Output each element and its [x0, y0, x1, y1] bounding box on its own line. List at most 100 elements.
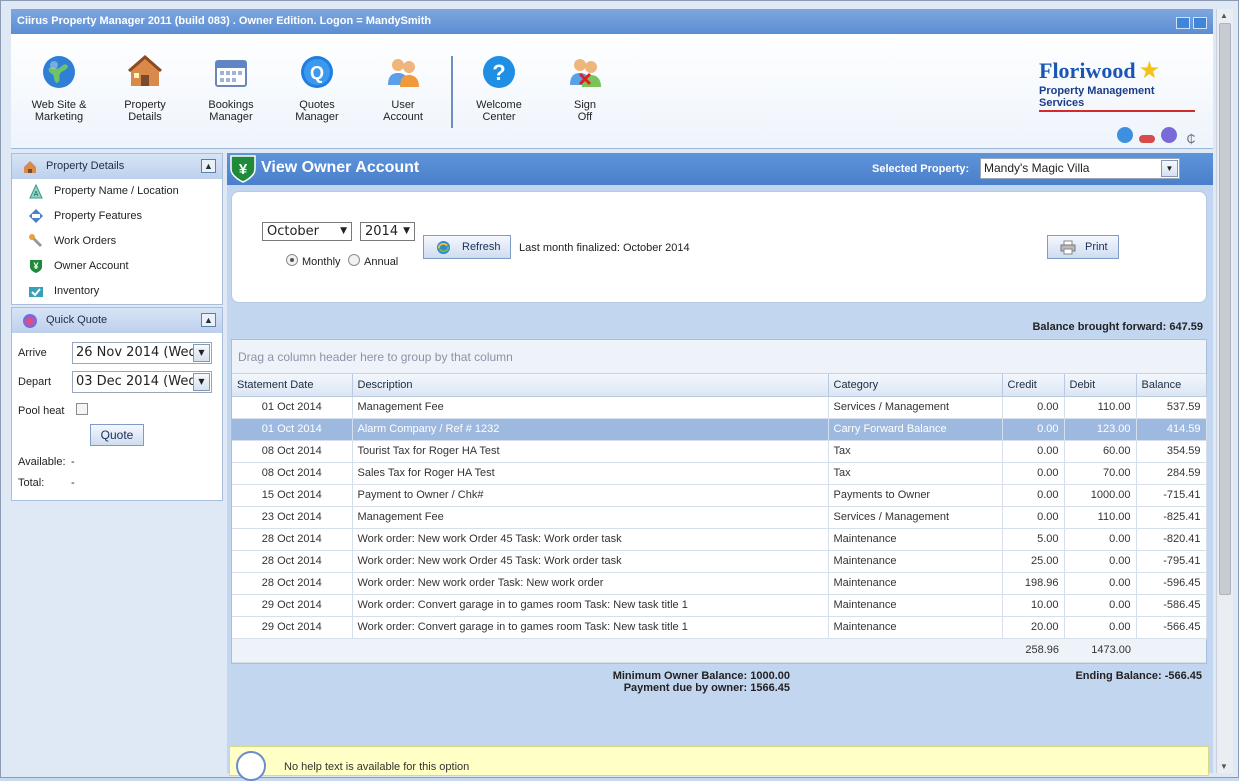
- cell-debit: 110.00: [1064, 396, 1137, 419]
- pool-heat-checkbox[interactable]: [76, 403, 88, 415]
- cell-statement-date: 28 Oct 2014: [232, 550, 353, 573]
- toolbar-sign-off[interactable]: Sign Off: [547, 54, 623, 123]
- arrive-date-picker[interactable]: 26 Nov 2014 (Wed) ▼: [72, 342, 212, 364]
- sidebar-item-property-name-location[interactable]: A Property Name / Location: [12, 179, 222, 204]
- maximize-icon[interactable]: [1193, 17, 1207, 29]
- table-row[interactable]: 15 Oct 2014 Payment to Owner / Chk# Paymen…: [232, 484, 1207, 507]
- sidebar-item-label: Work Orders: [54, 235, 117, 247]
- quick-quote-form: Arrive 26 Nov 2014 (Wed) ▼ Depart 03 Dec…: [12, 333, 222, 500]
- pool-heat-label: Pool heat: [18, 405, 65, 417]
- table-row[interactable]: 08 Oct 2014 Tourist Tax for Roger HA Test…: [232, 440, 1207, 463]
- table-row[interactable]: 28 Oct 2014 Work order: New work order Ta…: [232, 572, 1207, 595]
- sidebar-item-property-features[interactable]: Property Features: [12, 204, 222, 229]
- link-icon[interactable]: [1139, 135, 1155, 143]
- scroll-up-icon[interactable]: ▲: [1220, 11, 1228, 20]
- toolbar-label: Off: [577, 111, 593, 123]
- table-row[interactable]: 23 Oct 2014 Management Fee Services / Mana…: [232, 506, 1207, 529]
- quick-quote-header[interactable]: Quick Quote ▲: [12, 308, 222, 333]
- table-row[interactable]: 29 Oct 2014 Work order: Convert garage in…: [232, 594, 1207, 617]
- cell-statement-date: 01 Oct 2014: [232, 396, 353, 419]
- toolbar-label: User: [391, 99, 415, 111]
- sidebar-item-owner-account[interactable]: ¥ Owner Account: [12, 254, 222, 279]
- toolbar-welcome-center[interactable]: ? Welcome Center: [461, 54, 537, 123]
- sidebar-item-work-orders[interactable]: Work Orders: [12, 229, 222, 254]
- cell-debit: 0.00: [1064, 572, 1137, 595]
- property-details-header[interactable]: Property Details ▲: [12, 154, 222, 179]
- vertical-scrollbar[interactable]: ▲ ▼: [1216, 9, 1233, 773]
- currency-icon[interactable]: ₵: [1183, 131, 1199, 147]
- table-row[interactable]: 29 Oct 2014 Work order: Convert garage in…: [232, 616, 1207, 639]
- cell-balance: -586.45: [1136, 594, 1207, 617]
- toolbar-label: Details: [128, 111, 162, 123]
- help-panel: No help text is available for this optio…: [229, 746, 1209, 781]
- chevron-down-icon[interactable]: ▼: [1161, 160, 1178, 177]
- cell-category: Carry Forward Balance: [828, 418, 1003, 441]
- group-by-bar[interactable]: Drag a column header here to group by th…: [232, 340, 1206, 374]
- table-row[interactable]: 28 Oct 2014 Work order: New work Order 45…: [232, 528, 1207, 551]
- column-header-credit[interactable]: Credit: [1002, 374, 1065, 397]
- cell-statement-date: 28 Oct 2014: [232, 528, 353, 551]
- selected-property-label: Selected Property:: [872, 163, 970, 175]
- column-header-debit[interactable]: Debit: [1064, 374, 1137, 397]
- depart-date-value: 03 Dec 2014 (Wed): [76, 374, 202, 389]
- cell-credit: 0.00: [1002, 484, 1065, 507]
- depart-date-picker[interactable]: 03 Dec 2014 (Wed) ▼: [72, 371, 212, 393]
- cell-statement-date: 28 Oct 2014: [232, 572, 353, 595]
- column-header-description[interactable]: Description: [352, 374, 829, 397]
- toolbar-user-account[interactable]: User Account: [365, 54, 441, 123]
- print-button[interactable]: Print: [1047, 235, 1119, 259]
- collapse-icon[interactable]: ▲: [201, 159, 216, 173]
- scroll-down-icon[interactable]: ▼: [1220, 762, 1228, 771]
- cell-balance: -825.41: [1136, 506, 1207, 529]
- column-header-balance[interactable]: Balance: [1136, 374, 1207, 397]
- toolbar-quotes-manager[interactable]: Q Quotes Manager: [279, 54, 355, 123]
- table-row[interactable]: 08 Oct 2014 Sales Tax for Roger HA Test Ta…: [232, 462, 1207, 485]
- monthly-radio[interactable]: [286, 254, 298, 266]
- minimize-icon[interactable]: [1176, 17, 1190, 29]
- cell-debit: 0.00: [1064, 528, 1137, 551]
- column-header-category[interactable]: Category: [828, 374, 1003, 397]
- globe-small-icon[interactable]: [1117, 127, 1133, 143]
- cell-category: Tax: [828, 440, 1003, 463]
- cell-credit: 0.00: [1002, 462, 1065, 485]
- quote-button[interactable]: Quote: [90, 424, 144, 446]
- selected-property-select[interactable]: Mandy's Magic Villa ▼: [980, 158, 1180, 179]
- cell-description: Sales Tax for Roger HA Test: [352, 462, 829, 485]
- scrollbar-thumb[interactable]: [1219, 23, 1231, 595]
- sidebar-item-label: Property Features: [54, 210, 143, 222]
- depart-row: Depart 03 Dec 2014 (Wed) ▼: [18, 370, 216, 399]
- quote-small-icon[interactable]: [1161, 127, 1177, 143]
- help-text: No help text is available for this optio…: [284, 761, 470, 773]
- cell-debit: 0.00: [1064, 616, 1137, 639]
- star-icon: ★: [1138, 57, 1161, 84]
- collapse-icon[interactable]: ▲: [201, 313, 216, 327]
- toolbar-bookings-manager[interactable]: Bookings Manager: [193, 54, 269, 123]
- toolbar-website-marketing[interactable]: Web Site & Marketing: [21, 54, 97, 123]
- features-icon: [29, 209, 43, 223]
- cell-statement-date: 01 Oct 2014: [232, 418, 353, 441]
- table-row[interactable]: 28 Oct 2014 Work order: New work Order 45…: [232, 550, 1207, 573]
- house-small-icon: [24, 161, 36, 173]
- refresh-button[interactable]: Refresh: [423, 235, 511, 259]
- month-select[interactable]: October ▼: [262, 222, 352, 241]
- sidebar-item-inventory[interactable]: Inventory: [12, 279, 222, 304]
- column-header-statement-date[interactable]: Statement Date: [232, 374, 353, 397]
- table-row[interactable]: 01 Oct 2014 Alarm Company / Ref # 1232 Car…: [232, 418, 1207, 441]
- year-select[interactable]: 2014 ▼: [360, 222, 415, 241]
- calendar-icon: [215, 60, 247, 87]
- chevron-down-icon[interactable]: ▼: [193, 344, 210, 362]
- cell-statement-date: 29 Oct 2014: [232, 616, 353, 639]
- table-header-row: Statement Date Description Category Cred…: [232, 374, 1207, 397]
- panel-title: Property Details: [46, 160, 125, 172]
- main-toolbar: Web Site & Marketing Property Details Bo…: [11, 34, 1213, 149]
- toolbar-property-details[interactable]: Property Details: [107, 54, 183, 123]
- sidebar-item-label: Owner Account: [54, 260, 129, 272]
- cell-credit: 0.00: [1002, 506, 1065, 529]
- ending-balance: Ending Balance: -566.45: [1075, 670, 1202, 682]
- chevron-down-icon[interactable]: ▼: [193, 373, 210, 391]
- toolbar-separator: [451, 56, 453, 128]
- table-row[interactable]: 01 Oct 2014 Management Fee Services / Mana…: [232, 396, 1207, 419]
- window-title: Ciirus Property Manager 2011 (build 083)…: [17, 15, 432, 27]
- cell-statement-date: 29 Oct 2014: [232, 594, 353, 617]
- annual-radio[interactable]: [348, 254, 360, 266]
